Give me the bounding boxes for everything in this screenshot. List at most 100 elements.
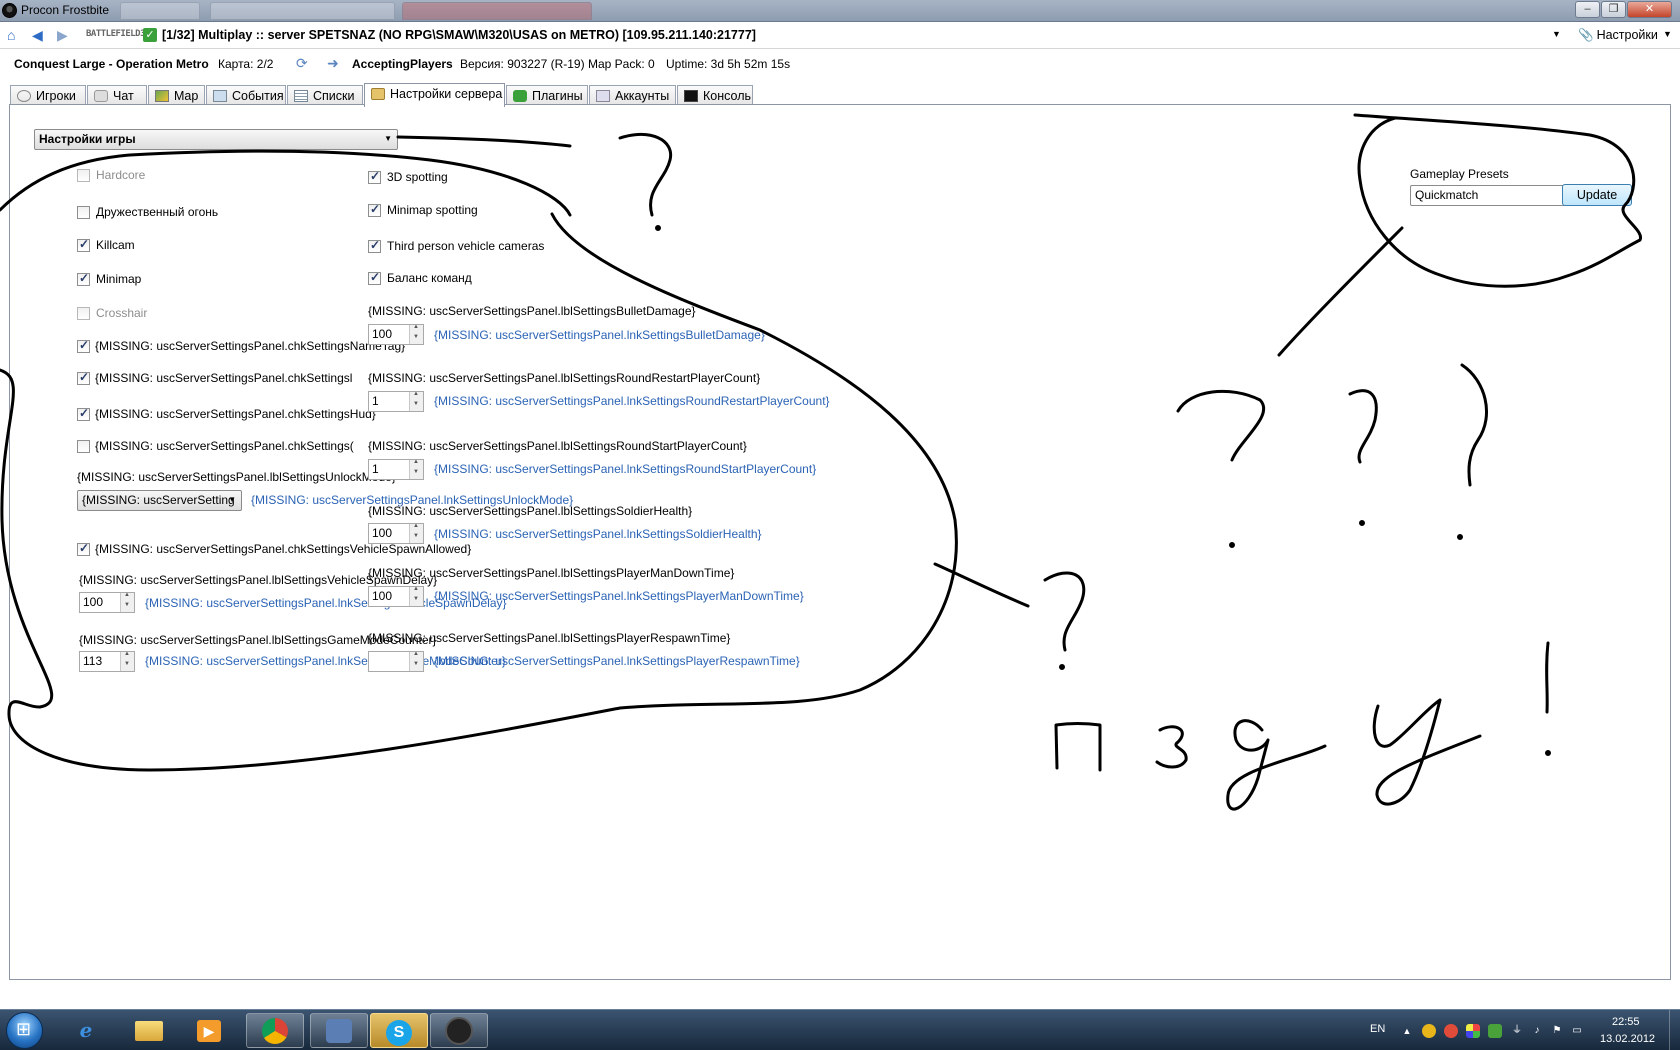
background-tab[interactable]: [402, 2, 592, 20]
man-down-time-stepper[interactable]: 100: [368, 586, 424, 607]
tab-label: Плагины: [532, 89, 583, 103]
maximize-button[interactable]: ❐: [1601, 1, 1626, 18]
soldier-health-stepper[interactable]: 100: [368, 523, 424, 544]
minimize-button[interactable]: –: [1575, 1, 1600, 18]
checkbox-label: Minimap: [96, 272, 142, 286]
stepper-buttons[interactable]: [120, 651, 134, 671]
round-restart-stepper[interactable]: 1: [368, 391, 424, 412]
game-mode-counter-stepper[interactable]: 113: [79, 651, 135, 672]
show-desktop-button[interactable]: [1669, 1010, 1680, 1050]
windows-flag-icon[interactable]: [1466, 1024, 1480, 1038]
man-down-time-link[interactable]: {MISSING: uscServerSettingsPanel.lnkSett…: [434, 589, 804, 603]
stepper-buttons[interactable]: [120, 592, 134, 612]
puzzle-icon: [513, 90, 527, 102]
tab-console[interactable]: Консоль: [677, 85, 753, 106]
back-arrow-icon[interactable]: ◀: [32, 27, 43, 44]
media-player-icon[interactable]: ▶: [180, 1013, 238, 1048]
update-button[interactable]: Update: [1562, 184, 1632, 206]
checkbox-box: [77, 271, 90, 286]
respawn-time-link[interactable]: {MISSING: uscServerSettingsPanel.lnkSett…: [434, 654, 800, 668]
stepper-buttons[interactable]: [409, 523, 423, 543]
accounts-icon: [596, 90, 610, 102]
stepper-buttons[interactable]: [409, 459, 423, 479]
current-map: Conquest Large - Operation Metro: [14, 57, 209, 71]
checkbox-box: [77, 338, 90, 353]
tab-lists[interactable]: Списки: [287, 85, 363, 106]
volume-icon[interactable]: ♪: [1530, 1024, 1544, 1038]
tray-app-icon[interactable]: [1444, 1024, 1458, 1038]
checkbox-box: [368, 169, 381, 184]
checkbox-label: {MISSING: uscServerSettingsPanel.chkSett…: [95, 371, 353, 385]
bullet-damage-label: {MISSING: uscServerSettingsPanel.lblSett…: [368, 304, 696, 318]
tab-events[interactable]: События: [206, 85, 286, 106]
checkbox-box: [77, 237, 90, 252]
close-button[interactable]: ✕: [1627, 1, 1672, 18]
show-hidden-icons-icon[interactable]: ▲: [1400, 1024, 1414, 1038]
settings-category-value: Настройки игры: [39, 132, 136, 146]
gameplay-presets-select[interactable]: Quickmatch▼: [1410, 185, 1585, 206]
wrench-icon: [371, 88, 385, 100]
stepper-buttons[interactable]: [409, 391, 423, 411]
internet-explorer-icon[interactable]: e: [57, 1013, 115, 1048]
unlock-mode-label: {MISSING: uscServerSettingsPanel.lblSett…: [77, 470, 396, 484]
vehicle-spawn-delay-stepper[interactable]: 100: [79, 592, 135, 613]
bullet-damage-link[interactable]: {MISSING: uscServerSettingsPanel.lnkSett…: [434, 328, 765, 342]
background-tab[interactable]: [210, 2, 395, 20]
tab-chat[interactable]: Чат: [87, 85, 147, 106]
language-indicator[interactable]: EN: [1370, 1023, 1385, 1037]
procon-icon[interactable]: [430, 1013, 488, 1048]
start-button[interactable]: [6, 1012, 43, 1049]
server-info-bar: Conquest Large - Operation Metro Карта: …: [0, 51, 1680, 81]
map-pack: Map Pack: 0: [588, 57, 655, 71]
checkbox-label: Minimap spotting: [387, 203, 478, 217]
round-start-stepper[interactable]: 1: [368, 459, 424, 480]
settings-category-select[interactable]: Настройки игры ▼: [34, 129, 398, 150]
settings-dropdown-icon[interactable]: ▼: [1663, 29, 1672, 39]
round-start-link[interactable]: {MISSING: uscServerSettingsPanel.lnkSett…: [434, 462, 816, 476]
stepper-value: 113: [83, 654, 103, 668]
unlock-mode-value: {MISSING: uscServerSetting: [82, 493, 235, 507]
home-icon[interactable]: ⌂: [7, 27, 15, 43]
soldier-health-link[interactable]: {MISSING: uscServerSettingsPanel.lnkSett…: [434, 527, 762, 541]
checkbox-label: {MISSING: uscServerSettingsPanel.chkSett…: [95, 439, 354, 453]
unlock-mode-select[interactable]: {MISSING: uscServerSetting ▼: [77, 490, 242, 511]
uptime: Uptime: 3d 5h 52m 15s: [666, 57, 791, 71]
checkbox-label: {MISSING: uscServerSettingsPanel.chkSett…: [95, 542, 472, 556]
app-icon[interactable]: [310, 1013, 368, 1048]
server-dropdown-icon[interactable]: ▼: [1552, 29, 1561, 39]
stepper-buttons[interactable]: [409, 324, 423, 344]
explorer-folder-icon[interactable]: [120, 1013, 178, 1048]
background-tab[interactable]: [120, 2, 200, 20]
chrome-icon[interactable]: [246, 1013, 304, 1048]
server-version: Версия: 903227 (R-19): [460, 57, 585, 71]
network-icon[interactable]: ⏚: [1510, 1024, 1524, 1038]
monitor-icon[interactable]: ▭: [1570, 1024, 1584, 1038]
forward-arrow-icon[interactable]: ▶: [57, 27, 68, 44]
clock-time[interactable]: 22:55: [1612, 1016, 1640, 1030]
tab-plugins[interactable]: Плагины: [506, 85, 588, 106]
tab-map[interactable]: Map: [148, 85, 205, 106]
checkbox-box: [77, 206, 90, 219]
tab-accounts[interactable]: Аккаунты: [589, 85, 676, 106]
stepper-buttons[interactable]: [409, 586, 423, 606]
tab-server-settings[interactable]: Настройки сервера: [364, 83, 505, 107]
checkbox-box: [368, 202, 381, 217]
tab-label: События: [232, 89, 284, 103]
checkbox-label: Killcam: [96, 238, 135, 252]
action-center-flag-icon[interactable]: ⚑: [1550, 1024, 1564, 1038]
settings-menu[interactable]: 📎 Настройки: [1578, 28, 1658, 43]
clock-date[interactable]: 13.02.2012: [1600, 1033, 1655, 1047]
round-restart-link[interactable]: {MISSING: uscServerSettingsPanel.lnkSett…: [434, 394, 830, 408]
stepper-buttons[interactable]: [409, 651, 423, 671]
round-restart-label: {MISSING: uscServerSettingsPanel.lblSett…: [368, 371, 761, 385]
tray-app-icon[interactable]: [1422, 1024, 1436, 1038]
tab-players[interactable]: Игроки: [10, 85, 86, 106]
stepper-value: 100: [83, 595, 104, 609]
respawn-time-stepper[interactable]: [368, 651, 424, 672]
bullet-damage-stepper[interactable]: 100: [368, 324, 424, 345]
checkbox-label: Crosshair: [96, 306, 148, 320]
skype-icon[interactable]: S: [370, 1013, 428, 1048]
soldier-health-label: {MISSING: uscServerSettingsPanel.lblSett…: [368, 504, 693, 518]
refresh-icon[interactable]: ⟳: [296, 55, 308, 72]
tray-app-icon[interactable]: [1488, 1024, 1502, 1038]
